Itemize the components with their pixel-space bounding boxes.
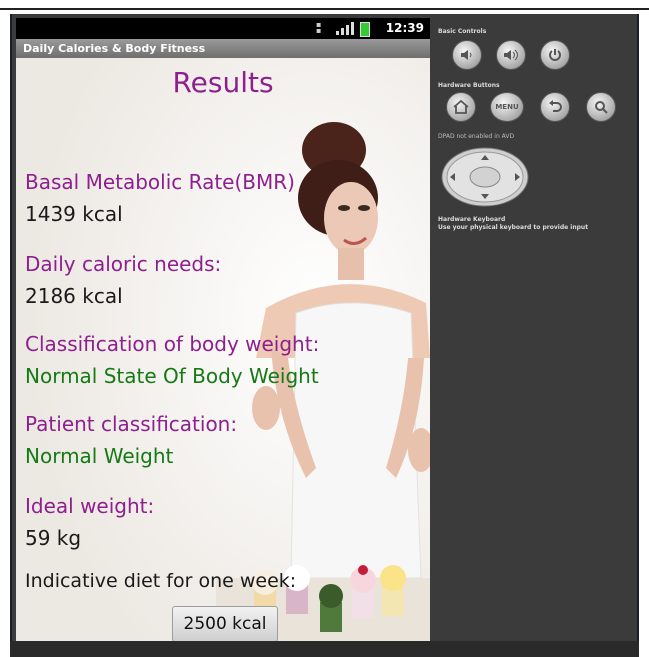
weekly-diet-button[interactable]: 2500 kcal [172,606,278,642]
menu-icon: MENU [495,103,519,111]
dpad[interactable] [440,146,530,208]
home-icon [453,100,469,114]
weight-classification-label: Classification of body weight: [25,332,320,356]
power-button[interactable] [540,40,570,70]
volume-down-button[interactable] [452,40,482,70]
results-panel: Results Basal Metabolic Rate(BMR) 1439 k… [16,58,430,642]
basic-controls-label: Basic Controls [438,28,487,35]
search-button[interactable] [586,92,616,122]
search-icon [595,101,608,114]
home-button[interactable] [446,92,476,122]
signal-icon [336,22,354,35]
page-title: Results [172,66,274,99]
bmr-value: 1439 kcal [25,202,123,226]
battery-icon [360,22,370,37]
daily-calories-value: 2186 kcal [25,284,123,308]
bmr-label: Basal Metabolic Rate(BMR) [25,170,295,194]
back-button[interactable] [540,92,570,122]
power-icon [549,49,561,61]
daily-calories-label: Daily caloric needs: [25,252,222,276]
emulator-controls: Basic Controls Hardware Buttons MENU DPA… [432,14,632,641]
hardware-keyboard-label: Hardware Keyboard [438,216,506,223]
menu-button[interactable]: MENU [490,92,524,122]
ideal-weight-value: 59 kg [25,526,82,550]
phone-screen: ▪▪ 12:39 Daily Calories & Body Fitness [16,18,430,642]
hardware-buttons-label: Hardware Buttons [438,82,500,89]
sim-icon: ▪ ▪ [316,20,322,35]
weekly-diet-label: Indicative diet for one week: [25,570,297,592]
patient-classification-value: Normal Weight [25,444,174,468]
back-icon [549,100,562,112]
hardware-keyboard-note: Use your physical keyboard to provide in… [438,224,589,231]
status-time: 12:39 [385,21,424,35]
window-bottom-bar [10,641,639,657]
top-rule [0,8,649,10]
ideal-weight-label: Ideal weight: [25,494,155,518]
volume-up-button[interactable] [496,40,526,70]
volume-down-icon [461,50,472,60]
weight-classification-value: Normal State Of Body Weight [25,364,319,388]
dpad-note: DPAD not enabled in AVD [438,133,515,140]
status-bar: ▪ ▪ 12:39 [16,18,430,39]
volume-up-icon [504,49,518,61]
app-title-bar: Daily Calories & Body Fitness [16,39,430,58]
patient-classification-label: Patient classification: [25,412,238,436]
